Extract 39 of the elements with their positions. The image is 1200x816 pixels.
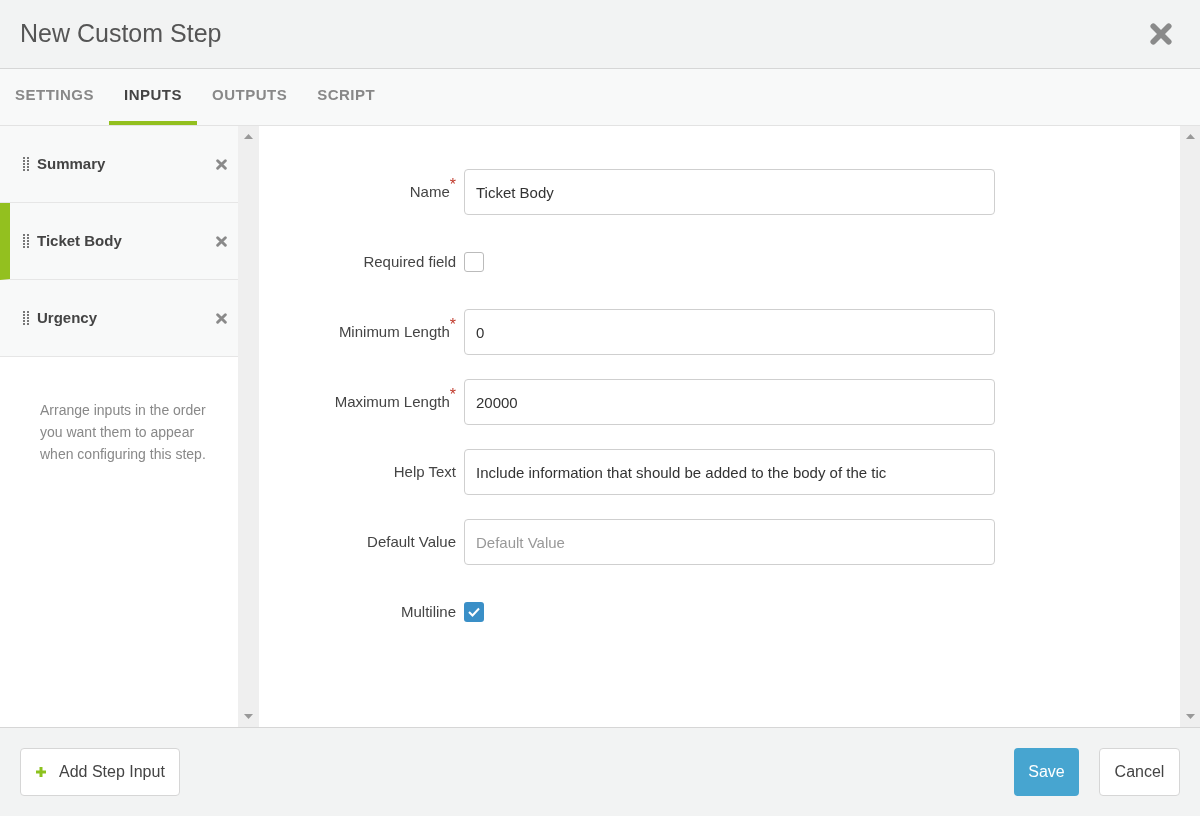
drag-handle-icon[interactable]	[23, 157, 29, 171]
drag-handle-icon[interactable]	[23, 234, 29, 248]
text-field[interactable]: 20000	[464, 379, 995, 425]
text-field[interactable]: Include information that should be added to the body of the tic	[464, 449, 995, 495]
checkmark-icon	[468, 607, 480, 617]
field-label: Multiline	[400, 601, 456, 622]
checkbox[interactable]	[464, 252, 484, 272]
input-list-item[interactable]: Ticket Body	[0, 203, 238, 280]
field-label: Minimum Length	[338, 321, 450, 342]
scroll-up-icon[interactable]	[1185, 134, 1195, 139]
remove-icon[interactable]	[216, 158, 227, 170]
field-label: Maximum Length	[334, 391, 450, 412]
required-asterisk: *	[449, 386, 456, 403]
required-asterisk: *	[449, 316, 456, 333]
remove-icon[interactable]	[216, 235, 227, 247]
field-label: Required field	[363, 251, 456, 272]
drag-handle-icon[interactable]	[23, 311, 29, 325]
input-name: Urgency	[37, 307, 99, 328]
scroll-down-icon[interactable]	[244, 714, 253, 719]
text-field[interactable]: Ticket Body	[464, 169, 995, 215]
scroll-down-icon[interactable]	[1185, 714, 1195, 719]
checkbox[interactable]	[464, 602, 484, 622]
sidebar-hint: Arrange inputs in the order you want them to appear when configuring this step.	[39, 401, 207, 464]
input-list-item[interactable]: Urgency	[0, 280, 238, 357]
add-step-input-button[interactable]: Add Step Input	[20, 748, 180, 796]
field-label: Name	[409, 181, 450, 202]
plus-icon	[35, 766, 47, 778]
scroll-up-icon[interactable]	[244, 134, 253, 139]
text-field[interactable]: Default Value	[464, 519, 995, 565]
remove-icon[interactable]	[216, 312, 227, 324]
input-list-item[interactable]: Summary	[0, 126, 238, 203]
input-name: Summary	[37, 153, 107, 174]
input-name: Ticket Body	[37, 230, 123, 251]
field-label: Help Text	[393, 461, 456, 482]
text-field[interactable]: 0	[464, 309, 995, 355]
field-label: Default Value	[367, 531, 456, 552]
required-asterisk: *	[449, 176, 456, 193]
cancel-button[interactable]: Cancel	[1099, 748, 1180, 796]
dialog-title: New Custom Step	[20, 18, 222, 50]
